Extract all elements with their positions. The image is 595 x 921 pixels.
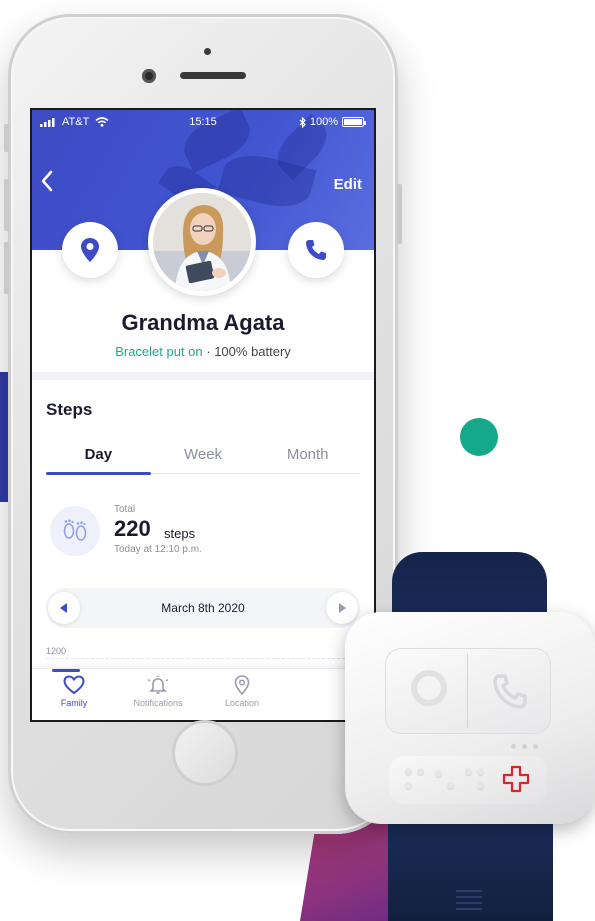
bell-icon	[147, 675, 169, 694]
tabbar-label-family: Family	[60, 698, 88, 708]
period-tabs: Day Week Month	[46, 440, 360, 475]
status-separator: ·	[202, 344, 215, 359]
battery-status: 100% battery	[214, 344, 291, 359]
person-illustration	[153, 193, 251, 291]
profile-name: Grandma Agata	[121, 310, 285, 335]
status-bar: AT&T 15:15 100%	[32, 116, 374, 132]
chart-gridline	[46, 658, 360, 659]
volume-up-button	[4, 179, 9, 231]
front-camera	[142, 69, 156, 83]
phone-icon	[306, 240, 326, 260]
phone-device: AT&T 15:15 100% Edit Grandma Agata Brace…	[4, 14, 402, 834]
earpiece-speaker	[180, 72, 246, 79]
bracelet-device	[345, 612, 595, 824]
profile-status: Bracelet put on · 100% battery	[32, 344, 374, 359]
tabbar-item-location[interactable]: Location	[200, 669, 284, 720]
sos-button-panel	[389, 756, 547, 804]
active-tab-indicator	[52, 669, 80, 672]
bracelet-status: Bracelet put on	[115, 344, 203, 359]
current-date: March 8th 2020	[161, 601, 245, 615]
power-button	[397, 184, 402, 244]
footprints-icon	[63, 519, 87, 541]
avatar-photo	[153, 193, 251, 291]
previous-date-button[interactable]	[48, 592, 80, 624]
location-button[interactable]	[62, 222, 118, 278]
medical-cross-icon	[502, 765, 530, 793]
ring-button-icon	[411, 670, 447, 706]
steps-summary: Total 220 steps Today at 12:10 p.m.	[46, 502, 360, 562]
battery-icon	[342, 117, 366, 127]
steps-timestamp: Today at 12:10 p.m.	[114, 544, 202, 555]
decorative-green-dot	[460, 418, 498, 456]
heart-icon	[63, 675, 85, 695]
call-button[interactable]	[288, 222, 344, 278]
proximity-sensor	[204, 48, 211, 55]
footprints-icon-container	[50, 506, 100, 556]
chart-axis-label: 1200	[46, 646, 67, 656]
mute-switch	[4, 124, 9, 152]
avatar	[148, 188, 256, 296]
steps-section-title: Steps	[46, 400, 93, 419]
chevron-left-icon	[41, 170, 53, 192]
tab-day[interactable]: Day	[46, 440, 151, 475]
location-pin-icon	[234, 675, 250, 695]
date-navigator: March 8th 2020	[46, 588, 360, 628]
back-button[interactable]	[40, 170, 54, 197]
triangle-right-icon	[339, 603, 346, 613]
tab-week[interactable]: Week	[151, 440, 256, 473]
volume-down-button	[4, 242, 9, 294]
steps-unit: steps	[164, 526, 196, 541]
next-date-button[interactable]	[326, 592, 358, 624]
bracelet-buttons-panel	[385, 648, 551, 734]
edit-button[interactable]: Edit	[334, 176, 362, 193]
bottom-tab-bar: Family Notifications Location	[32, 668, 374, 720]
steps-total-label: Total	[114, 504, 136, 515]
tabbar-item-family[interactable]: Family	[32, 669, 116, 720]
tabbar-item-notifications[interactable]: Notifications	[116, 669, 200, 720]
location-pin-icon	[81, 238, 99, 262]
steps-value: 220	[114, 516, 151, 541]
battery-percent: 100%	[309, 116, 338, 128]
bracelet-led-indicators	[511, 744, 538, 749]
tabbar-label-location: Location	[224, 698, 260, 708]
bracelet-strap-holes	[456, 890, 482, 914]
phone-icon	[493, 674, 527, 709]
app-screen: AT&T 15:15 100% Edit Grandma Agata Brace…	[30, 108, 376, 722]
tab-month[interactable]: Month	[255, 440, 360, 473]
triangle-left-icon	[60, 603, 67, 613]
section-divider	[32, 372, 374, 380]
bluetooth-icon	[299, 116, 306, 128]
home-button[interactable]	[172, 720, 238, 786]
tabbar-label-notifications: Notifications	[133, 698, 183, 708]
